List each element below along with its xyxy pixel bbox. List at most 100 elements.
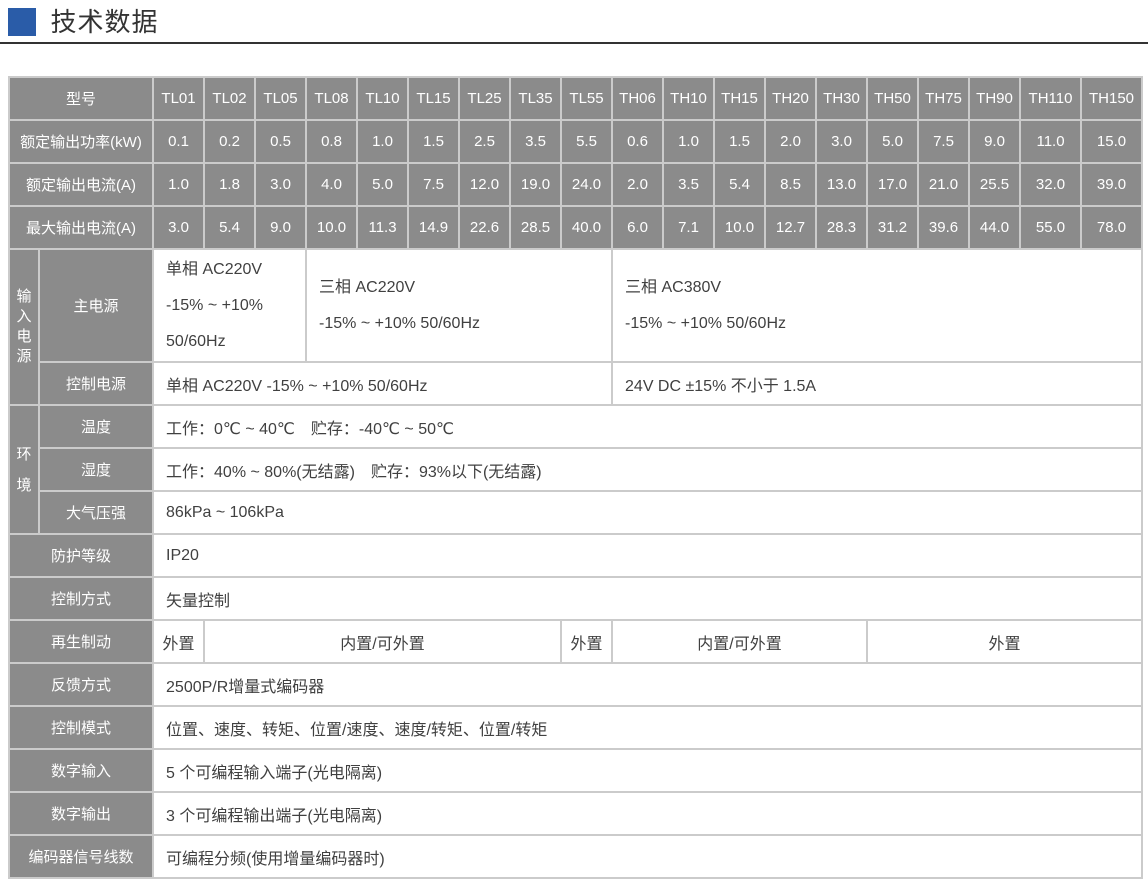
main-power-label: 主电源 (37, 248, 155, 363)
rated-current-cell: 7.5 (407, 162, 461, 207)
vertical-char: 入 (16, 308, 32, 325)
rated-power-cell: 2.0 (764, 119, 818, 164)
model-header-cell: TL05 (254, 76, 308, 121)
control-mode-value-cell: 位置、速度、转矩、位置/速度、速度/转矩、位置/转矩 (152, 705, 1144, 750)
regen-braking-row: 再生制动 外置 内置/可外置 外置 内置/可外置 外置 (7, 619, 1144, 664)
model-header-cell: TH20 (764, 76, 818, 121)
vertical-char: 源 (16, 348, 32, 365)
temperature-row: 环境 温度 工作：0℃ ~ 40℃ 贮存：-40℃ ~ 50℃ (8, 404, 1144, 535)
vertical-char: 环 (16, 445, 32, 463)
rated-current-cell: 21.0 (917, 162, 971, 207)
rated-power-cell: 9.0 (968, 119, 1022, 164)
protection-row: 防护等级 IP20 (7, 533, 1144, 578)
rated-power-cell: 0.1 (152, 119, 206, 164)
text-line: -15% ~ +10% (166, 296, 263, 314)
digital-output-row: 数字输出 3 个可编程输出端子(光电隔离) (7, 791, 1144, 836)
rated-power-cell: 15.0 (1080, 119, 1144, 164)
model-header-cell: TL15 (407, 76, 461, 121)
rated-power-cell: 2.5 (458, 119, 512, 164)
max-current-cell: 44.0 (968, 205, 1022, 250)
rated-current-cell: 5.0 (356, 162, 410, 207)
max-current-cell: 22.6 (458, 205, 512, 250)
digital-output-value-cell: 3 个可编程输出端子(光电隔离) (152, 791, 1144, 836)
control-method-value-cell: 矢量控制 (152, 576, 1144, 621)
rated-current-cell: 3.0 (254, 162, 308, 207)
humidity-value-cell: 工作：40% ~ 80%(无结露) 贮存：93%以下(无结露) (152, 447, 1144, 492)
control-power-dc-cell: 24V DC ±15% 不小于 1.5A (611, 361, 1144, 406)
max-current-cell: 3.0 (152, 205, 206, 250)
rated-current-cell: 5.4 (713, 162, 767, 207)
encoder-lines-label: 编码器信号线数 (7, 834, 155, 879)
rated-power-cell: 1.0 (662, 119, 716, 164)
rated-current-cell: 12.0 (458, 162, 512, 207)
regen-cell-external-1: 外置 (152, 619, 206, 664)
model-header-cell: TH150 (1080, 76, 1144, 121)
regen-braking-label: 再生制动 (7, 619, 155, 664)
rated-current-row: 额定输出电流(A) 1.0 1.8 3.0 4.0 5.0 7.5 12.0 19.0 24.0… (7, 162, 1144, 207)
spec-table: 型号 TL01 TL02 TL05 TL08 TL10 TL15 TL25 TL35 TL55 T… (7, 76, 1144, 879)
model-header-cell: TH15 (713, 76, 767, 121)
max-current-cell: 31.2 (866, 205, 920, 250)
feedback-value-cell: 2500P/R增量式编码器 (152, 662, 1144, 707)
control-power-ac-cell: 单相 AC220V -15% ~ +10% 50/60Hz (152, 361, 614, 406)
text-line: 50/60Hz (166, 332, 226, 350)
regen-cell-external-3: 外置 (866, 619, 1144, 664)
rated-power-cell: 1.5 (407, 119, 461, 164)
rated-power-cell: 0.5 (254, 119, 308, 164)
max-current-cell: 55.0 (1019, 205, 1083, 250)
text-line: 单相 AC220V (166, 260, 263, 278)
model-header-cell: TH06 (611, 76, 665, 121)
text-line: -15% ~ +10% 50/60Hz (319, 314, 481, 332)
vertical-char: 输 (16, 288, 32, 305)
control-method-row: 控制方式 矢量控制 (7, 576, 1144, 621)
model-row-label: 型号 (7, 76, 155, 121)
model-header-row: 型号 TL01 TL02 TL05 TL08 TL10 TL15 TL25 TL35 TL55 T… (7, 76, 1144, 121)
feedback-row: 反馈方式 2500P/R增量式编码器 (7, 662, 1144, 707)
rated-current-cell: 3.5 (662, 162, 716, 207)
digital-input-value-cell: 5 个可编程输入端子(光电隔离) (152, 748, 1144, 793)
main-power-row: 输入电源 主电源 单相 AC220V -15% ~ +10% 50/60Hz 三… (8, 248, 1144, 406)
model-header-cell: TH110 (1019, 76, 1083, 121)
protection-label: 防护等级 (7, 533, 155, 578)
rated-power-cell: 3.0 (815, 119, 869, 164)
regen-cell-internal-2: 内置/可外置 (611, 619, 869, 664)
digital-output-label: 数字输出 (7, 791, 155, 836)
max-current-cell: 14.9 (407, 205, 461, 250)
text-line: -15% ~ +10% 50/60Hz (625, 314, 787, 332)
page-title: 技术数据 (50, 7, 159, 37)
protection-value-cell: IP20 (152, 533, 1144, 578)
rated-current-cell: 19.0 (509, 162, 563, 207)
regen-cell-internal-1: 内置/可外置 (203, 619, 563, 664)
max-current-cell: 5.4 (203, 205, 257, 250)
rated-power-cell: 0.8 (305, 119, 359, 164)
model-header-cell: TH30 (815, 76, 869, 121)
rated-current-cell: 2.0 (611, 162, 665, 207)
model-header-cell: TL55 (560, 76, 614, 121)
rated-power-cell: 5.0 (866, 119, 920, 164)
main-power-three-phase-380-cell: 三相 AC380V -15% ~ +10% 50/60Hz (611, 248, 1144, 363)
encoder-lines-row: 编码器信号线数 可编程分频(使用增量编码器时) (7, 834, 1144, 879)
encoder-lines-value-cell: 可编程分频(使用增量编码器时) (152, 834, 1144, 879)
section-marker-icon (8, 8, 36, 36)
environment-group-label: 环境 (8, 404, 40, 535)
regen-cell-external-2: 外置 (560, 619, 614, 664)
model-header-cell: TL10 (356, 76, 410, 121)
main-power-three-phase-220-cell: 三相 AC220V -15% ~ +10% 50/60Hz (305, 248, 614, 363)
max-current-cell: 39.6 (917, 205, 971, 250)
text-line: 三相 AC380V (625, 278, 722, 296)
model-header-cell: TH50 (866, 76, 920, 121)
pressure-value-cell: 86kPa ~ 106kPa (152, 490, 1144, 535)
humidity-label: 湿度 (37, 447, 155, 492)
rated-current-cell: 32.0 (1019, 162, 1083, 207)
rated-power-row: 额定输出功率(kW) 0.1 0.2 0.5 0.8 1.0 1.5 2.5 3.5 5.5 0.… (7, 119, 1144, 164)
feedback-label: 反馈方式 (7, 662, 155, 707)
rated-current-cell: 8.5 (764, 162, 818, 207)
max-current-cell: 10.0 (713, 205, 767, 250)
rated-power-label: 额定输出功率(kW) (7, 119, 155, 164)
max-current-cell: 9.0 (254, 205, 308, 250)
model-header-cell: TL35 (509, 76, 563, 121)
model-header-cell: TL01 (152, 76, 206, 121)
max-current-cell: 28.5 (509, 205, 563, 250)
rated-current-cell: 1.8 (203, 162, 257, 207)
section-header: 技术数据 (0, 0, 1148, 44)
